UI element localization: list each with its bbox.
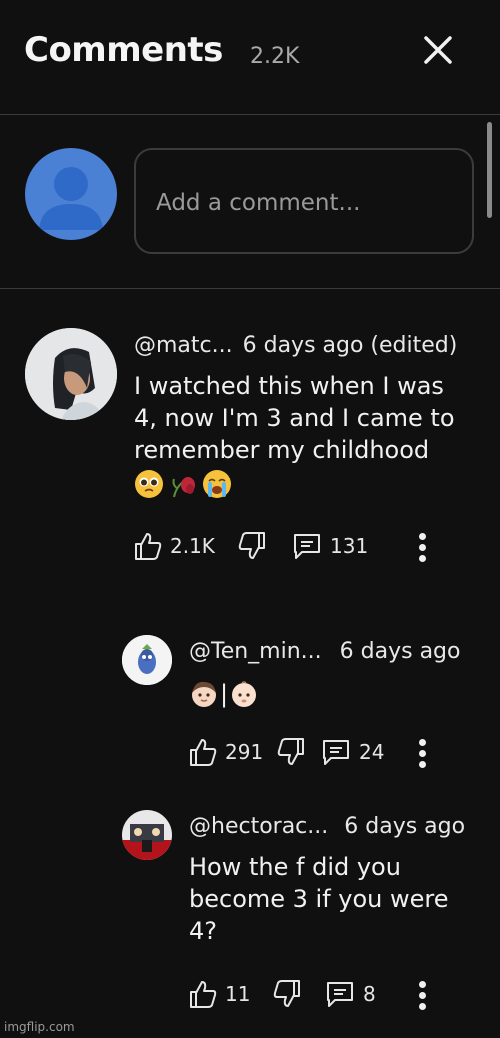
comment-line: remember my childhood xyxy=(134,436,430,464)
reply-count: 24 xyxy=(359,740,385,764)
more-options-icon[interactable] xyxy=(415,979,429,1013)
comment-actions: 11 8 xyxy=(189,979,449,1013)
pleading-face-emoji xyxy=(135,470,163,498)
comment-line: How the f did you xyxy=(189,853,401,881)
boy-face-emoji xyxy=(192,681,216,707)
avatar[interactable] xyxy=(122,810,172,860)
dislike-button[interactable] xyxy=(273,979,301,1009)
avatar[interactable] xyxy=(122,635,172,685)
comment-author[interactable]: @hectorac... xyxy=(189,814,328,839)
dislike-button[interactable] xyxy=(238,531,266,561)
comment-line: become 3 if you were xyxy=(189,885,449,913)
reply-button[interactable]: 24 xyxy=(321,737,384,767)
baby-face-emoji xyxy=(232,681,257,707)
more-options-icon[interactable] xyxy=(415,737,429,771)
avatar[interactable] xyxy=(25,328,117,420)
like-icon xyxy=(135,533,162,560)
comment-meta: @matc... 6 days ago (edited) xyxy=(134,333,457,358)
comment-meta: @hectorac... 6 days ago xyxy=(189,814,465,839)
comment-line: I watched this when I was xyxy=(134,372,444,400)
like-count: 11 xyxy=(225,982,251,1006)
more-options-icon[interactable] xyxy=(415,531,429,565)
reply-icon xyxy=(294,534,320,559)
comment-text: I watched this when I was 4, now I'm 3 a… xyxy=(134,370,455,502)
reply-count: 131 xyxy=(330,534,369,558)
comment-actions: 291 24 xyxy=(189,737,449,771)
comment-count: 2.2K xyxy=(250,44,300,69)
comment-author[interactable]: @Ten_min... xyxy=(189,639,322,664)
reply-button[interactable]: 131 xyxy=(292,531,368,561)
close-icon[interactable] xyxy=(418,30,458,70)
reply-icon xyxy=(323,740,349,765)
page-title: Comments xyxy=(24,30,223,70)
watermark: imgflip.com xyxy=(4,1020,75,1034)
like-button[interactable]: 11 xyxy=(189,979,250,1009)
emoji-separator: | xyxy=(220,680,229,708)
dislike-icon xyxy=(273,980,300,1007)
comment-time: 6 days ago xyxy=(339,639,461,664)
like-count: 2.1K xyxy=(170,534,215,558)
reply-count: 8 xyxy=(363,982,376,1006)
reply-button[interactable]: 8 xyxy=(325,979,376,1009)
comment-text: | xyxy=(189,676,259,712)
comment-time: 6 days ago xyxy=(344,814,466,839)
comment-input[interactable] xyxy=(154,184,458,222)
comment-meta: @Ten_min... 6 days ago xyxy=(189,639,460,664)
add-comment-box[interactable] xyxy=(134,148,474,254)
reply-icon xyxy=(327,982,353,1007)
comment-text: How the f did you become 3 if you were 4… xyxy=(189,851,449,947)
comment-line: 4? xyxy=(189,917,218,945)
scrollbar[interactable] xyxy=(487,122,492,218)
comment-line: 4, now I'm 3 and I came to xyxy=(134,404,455,432)
like-icon xyxy=(190,739,217,766)
dislike-button[interactable] xyxy=(277,737,305,767)
comments-header: Comments 2.2K xyxy=(0,0,500,114)
like-button[interactable]: 291 xyxy=(189,737,263,767)
like-icon xyxy=(190,981,217,1008)
avatar-placeholder-icon xyxy=(25,148,117,240)
dislike-icon xyxy=(238,532,265,559)
comment-author[interactable]: @matc... xyxy=(134,333,233,358)
header-divider xyxy=(0,114,500,115)
dislike-icon xyxy=(277,738,304,765)
like-button[interactable]: 2.1K xyxy=(134,531,215,561)
comment-actions: 2.1K 131 xyxy=(134,531,464,565)
loudly-crying-face-emoji xyxy=(203,470,231,498)
comment-time: 6 days ago (edited) xyxy=(242,333,458,358)
like-count: 291 xyxy=(225,740,264,764)
composer-divider xyxy=(0,288,500,289)
wilted-flower-emoji xyxy=(172,477,195,498)
